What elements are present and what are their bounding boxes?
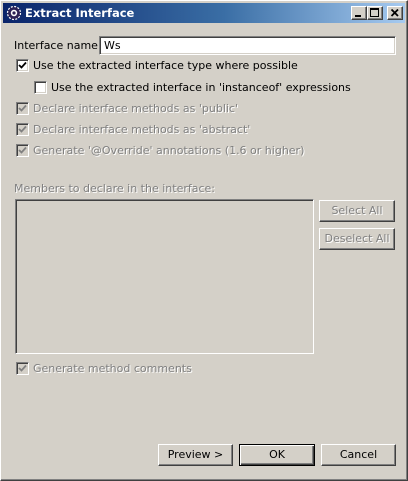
interface-name-label: Interface name: — [14, 39, 102, 52]
checkmark-icon — [18, 61, 27, 69]
checkmark-icon — [18, 125, 27, 133]
members-list[interactable] — [15, 199, 314, 354]
close-button[interactable] — [387, 6, 403, 20]
minimize-button[interactable] — [351, 6, 367, 20]
use-extracted-type-checkbox[interactable] — [16, 59, 29, 72]
declare-public-checkbox[interactable] — [16, 102, 29, 115]
use-in-instanceof-label[interactable]: Use the extracted interface in 'instance… — [51, 81, 351, 94]
members-label: Members to declare in the interface: — [14, 182, 215, 195]
minimize-icon — [355, 15, 361, 17]
use-extracted-type-label[interactable]: Use the extracted interface type where p… — [33, 59, 298, 72]
select-all-button[interactable]: Select All — [319, 200, 395, 222]
generate-comments-label: Generate method comments — [33, 362, 192, 375]
window-title: Extract Interface — [25, 6, 135, 20]
ok-button[interactable]: OK — [239, 444, 315, 466]
interface-name-input[interactable] — [99, 36, 396, 55]
use-in-instanceof-checkbox[interactable] — [34, 81, 47, 94]
cancel-button[interactable]: Cancel — [321, 444, 396, 466]
declare-public-label: Declare interface methods as 'public' — [33, 102, 239, 115]
preview-button[interactable]: Preview > — [158, 444, 233, 466]
generate-override-label: Generate '@Override' annotations (1.6 or… — [33, 144, 305, 157]
deselect-all-button[interactable]: Deselect All — [319, 228, 395, 250]
extract-interface-dialog: Extract Interface Interface name: Use th… — [0, 0, 408, 481]
title-bar[interactable]: Extract Interface — [3, 3, 405, 23]
eclipse-app-icon — [6, 5, 22, 21]
declare-abstract-label: Declare interface methods as 'abstract' — [33, 123, 251, 136]
close-icon — [390, 8, 399, 17]
declare-abstract-checkbox[interactable] — [16, 123, 29, 136]
generate-override-checkbox[interactable] — [16, 144, 29, 157]
checkmark-icon — [18, 364, 27, 372]
checkmark-icon — [18, 104, 27, 112]
generate-comments-checkbox[interactable] — [16, 362, 29, 375]
maximize-icon — [370, 8, 379, 17]
maximize-button[interactable] — [367, 6, 383, 20]
checkmark-icon — [18, 146, 27, 154]
